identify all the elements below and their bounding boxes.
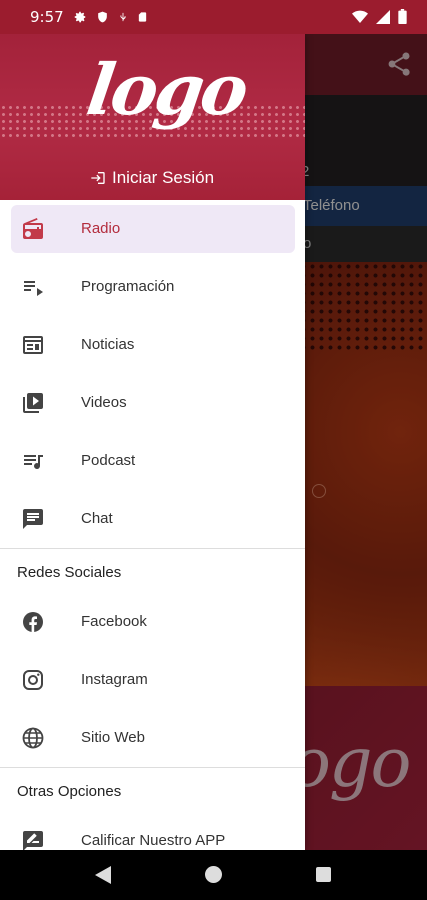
- menu-item-podcast[interactable]: Podcast: [0, 432, 305, 490]
- menu-item-sitio-web[interactable]: Sitio Web: [0, 709, 305, 767]
- login-button[interactable]: Iniciar Sesión: [90, 168, 214, 188]
- shield-icon: [98, 11, 107, 23]
- menu-item-rate-app[interactable]: Calificar Nuestro APP: [0, 812, 305, 850]
- menu-item-instagram[interactable]: Instagram: [0, 651, 305, 709]
- status-bar: 9:57: [0, 0, 427, 34]
- menu-item-label: Facebook: [81, 613, 147, 630]
- sd-card-icon: [138, 12, 147, 22]
- drawer-menu: Radio Programación Noticias Videos Podca…: [0, 200, 305, 850]
- menu-item-label: Radio: [81, 220, 121, 237]
- usb-icon: [120, 12, 126, 22]
- menu-item-label: Noticias: [81, 336, 135, 353]
- status-time: 9:57: [30, 8, 64, 26]
- menu-item-chat[interactable]: Chat: [0, 490, 305, 548]
- menu-item-label: Chat: [81, 510, 113, 527]
- queue-music-icon: [24, 455, 43, 470]
- facebook-icon: [23, 612, 43, 632]
- video-library-icon: [23, 393, 43, 413]
- menu-item-label: Programación: [81, 278, 175, 295]
- chat-icon: [23, 509, 43, 529]
- menu-item-label: Podcast: [81, 452, 136, 469]
- drawer-header: logo Iniciar Sesión: [0, 34, 305, 200]
- section-title-other: Otras Opciones: [0, 768, 305, 812]
- back-icon[interactable]: [95, 866, 111, 884]
- section-title-label: Otras Opciones: [17, 783, 122, 800]
- menu-item-facebook[interactable]: Facebook: [0, 593, 305, 651]
- settings-icon: [74, 11, 86, 23]
- globe-icon: [22, 727, 44, 749]
- recents-icon[interactable]: [316, 867, 331, 882]
- app-logo: logo: [82, 48, 251, 131]
- menu-item-videos[interactable]: Videos: [0, 374, 305, 432]
- section-title-label: Redes Sociales: [17, 564, 122, 581]
- menu-item-programacion[interactable]: Programación: [0, 258, 305, 316]
- menu-item-label: Videos: [81, 394, 127, 411]
- login-icon: [91, 172, 105, 184]
- system-nav-bar: [0, 850, 427, 900]
- instagram-icon: [23, 670, 43, 690]
- signal-icon: [376, 9, 390, 24]
- playlist-icon: [24, 281, 43, 296]
- drawer-scrim[interactable]: [305, 34, 427, 850]
- rate-review-icon: [23, 831, 43, 850]
- radio-icon: [23, 218, 43, 239]
- menu-item-label: Calificar Nuestro APP: [81, 832, 226, 849]
- wifi-icon: [352, 10, 368, 23]
- news-icon: [23, 336, 43, 354]
- menu-item-noticias[interactable]: Noticias: [0, 316, 305, 374]
- selected-highlight: [11, 205, 295, 253]
- menu-item-label: Sitio Web: [81, 729, 145, 746]
- login-label: Iniciar Sesión: [112, 168, 215, 187]
- section-title-social: Redes Sociales: [0, 549, 305, 593]
- home-icon[interactable]: [205, 866, 222, 883]
- menu-item-radio[interactable]: Radio: [0, 200, 305, 258]
- battery-icon: [398, 9, 407, 24]
- menu-item-label: Instagram: [81, 671, 148, 688]
- navigation-drawer: logo Iniciar Sesión Radio Programación N…: [0, 34, 305, 850]
